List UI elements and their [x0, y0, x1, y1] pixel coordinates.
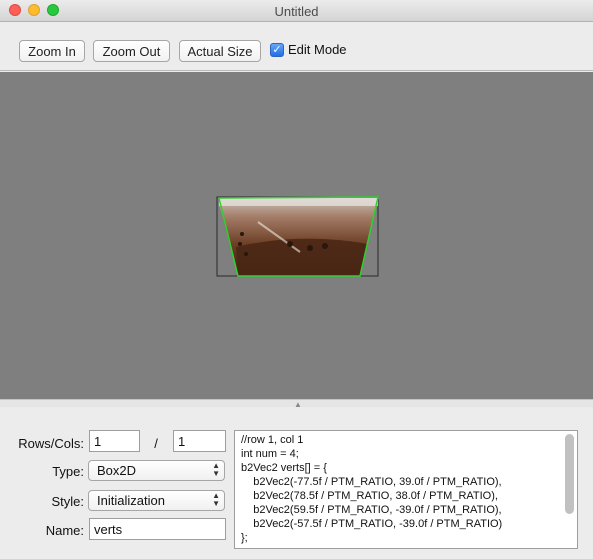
sprite-canvas[interactable] [0, 72, 593, 399]
code-scrollbar[interactable] [565, 434, 574, 514]
style-label: Style: [51, 494, 84, 509]
zoom-in-button[interactable]: Zoom In [19, 40, 85, 62]
sprite-preview [216, 196, 379, 277]
actual-size-button[interactable]: Actual Size [179, 40, 261, 62]
code-line: b2Vec2(78.5f / PTM_RATIO, 38.0f / PTM_RA… [241, 490, 498, 502]
type-select[interactable]: Box2D ▲ ▼ [88, 460, 225, 481]
style-select-value: Initialization [97, 493, 165, 508]
type-select-value: Box2D [97, 463, 137, 478]
updown-arrows-icon: ▲ ▼ [212, 461, 220, 478]
code-line: //row 1, col 1 [241, 434, 304, 446]
panel-splitter[interactable]: ▲ [0, 399, 593, 409]
code-line: b2Vec2(59.5f / PTM_RATIO, -39.0f / PTM_R… [241, 504, 502, 516]
title-bar: Untitled [0, 0, 593, 22]
code-line: int num = 4; [241, 448, 299, 460]
zoom-out-button[interactable]: Zoom Out [93, 40, 170, 62]
rows-input[interactable]: 1 [89, 430, 140, 452]
name-input[interactable]: verts [89, 518, 226, 540]
cols-input[interactable]: 1 [173, 430, 226, 452]
code-output[interactable]: //row 1, col 1 int num = 4; b2Vec2 verts… [234, 430, 578, 549]
code-line: b2Vec2 verts[] = { [241, 462, 327, 474]
style-select[interactable]: Initialization ▲ ▼ [88, 490, 225, 511]
edit-mode-checkbox[interactable]: ✓ [270, 42, 284, 57]
sprite-shadow [236, 238, 368, 276]
rows-cols-label: Rows/Cols: [18, 436, 84, 451]
window-title: Untitled [274, 4, 319, 19]
name-label: Name: [45, 523, 84, 538]
sprite-highlight [219, 198, 378, 206]
updown-arrows-icon: ▲ ▼ [212, 491, 220, 508]
edit-mode-toggle[interactable]: ✓ Edit Mode [270, 42, 347, 57]
code-line: b2Vec2(-77.5f / PTM_RATIO, 39.0f / PTM_R… [241, 476, 502, 488]
properties-panel: Rows/Cols: 1 / 1 Type: Box2D ▲ ▼ Style: I… [0, 407, 593, 559]
code-line: }; [241, 532, 248, 544]
code-line: b2Vec2(-57.5f / PTM_RATIO, -39.0f / PTM_… [241, 518, 503, 530]
type-label: Type: [52, 464, 84, 479]
edit-mode-label: Edit Mode [288, 42, 347, 57]
rows-cols-separator: / [154, 436, 158, 451]
